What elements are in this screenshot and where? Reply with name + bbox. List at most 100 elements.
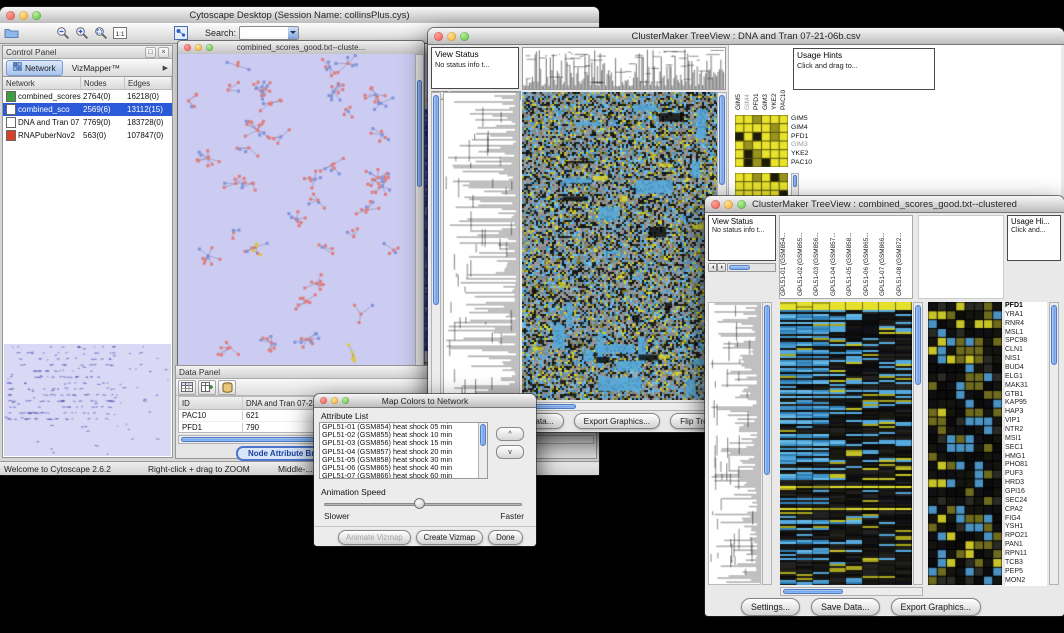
main-titlebar[interactable]: Cytoscape Desktop (Session Name: collins… [0, 7, 599, 24]
scrollbar-thumb[interactable] [793, 175, 797, 187]
tv1-row-label[interactable]: GIM3 [791, 141, 831, 150]
close-button[interactable] [711, 200, 720, 209]
gene-list-scrollbar[interactable] [1049, 302, 1059, 585]
gene-label[interactable]: PEP5 [1005, 568, 1047, 577]
tv1-column-label[interactable]: GIM4 [744, 48, 753, 110]
gene-label[interactable]: NTR2 [1005, 426, 1047, 435]
attribute-list[interactable]: GPL51-01 (GSM854) heat shock 05 minGPL51… [319, 422, 488, 479]
network-canvas[interactable] [178, 54, 415, 371]
gene-label[interactable]: HRD3 [1005, 479, 1047, 488]
zoom-button[interactable] [737, 200, 746, 209]
network-row[interactable]: RNAPuberNov2563(0)107847(0) [3, 129, 172, 142]
scrollbar-thumb[interactable] [433, 95, 439, 305]
tv2-column-label[interactable]: GPL51-03 (GSM856... [813, 216, 830, 297]
tv1-row-label[interactable]: PFD1 [791, 133, 831, 142]
zoom-button[interactable] [206, 44, 213, 51]
attribute-item[interactable]: GPL51-04 (GSM857) heat shock 20 min [320, 448, 478, 456]
gene-label[interactable]: PHO81 [1005, 461, 1047, 470]
table-icon[interactable] [178, 380, 196, 395]
gene-label[interactable]: YSH1 [1005, 523, 1047, 532]
tv2-column-label[interactable]: GPL51-02 (GSM855... [797, 216, 814, 297]
treeview1-titlebar[interactable]: ClusterMaker TreeView : DNA and Tran 07-… [428, 28, 1064, 45]
gene-label[interactable]: RPO21 [1005, 532, 1047, 541]
tv1-column-label[interactable]: GIM3 [762, 48, 771, 110]
close-button[interactable] [184, 44, 191, 51]
gene-label[interactable]: VIP1 [1005, 417, 1047, 426]
gene-label[interactable]: GPI16 [1005, 488, 1047, 497]
minimize-button[interactable] [19, 11, 28, 20]
gene-label[interactable]: TCB3 [1005, 559, 1047, 568]
gene-label[interactable]: HAP3 [1005, 408, 1047, 417]
gene-label[interactable]: SEC1 [1005, 444, 1047, 453]
scroll-right-icon[interactable] [717, 263, 726, 272]
zoom-button[interactable] [32, 11, 41, 20]
gene-label[interactable]: CPA2 [1005, 506, 1047, 515]
zoom-in-icon[interactable] [73, 25, 90, 42]
gene-label[interactable]: PFD1 [1005, 302, 1047, 311]
tab-network[interactable]: Network [6, 60, 63, 76]
tv2-hscrollbar[interactable] [780, 587, 923, 596]
treeview1-button[interactable]: Export Graphics... [574, 413, 660, 429]
tv2-heatmap[interactable] [780, 302, 912, 585]
slider-thumb[interactable] [414, 498, 425, 509]
close-button[interactable] [320, 397, 327, 404]
attribute-item[interactable]: GPL51-03 (GSM856) heat shock 15 min [320, 439, 478, 447]
tv2-column-label[interactable]: GPL51-04 (GSM857... [830, 216, 847, 297]
tv2-column-label[interactable]: GPL51-07 (GSM866... [879, 216, 896, 297]
zoom-actual-icon[interactable]: 1:1 [111, 25, 128, 42]
treeview2-button[interactable]: Save Data... [811, 598, 879, 616]
attribute-list-scrollbar[interactable] [478, 423, 487, 478]
zoom-button[interactable] [342, 397, 349, 404]
tv2-heatmap-scrollbar[interactable] [913, 302, 923, 585]
gene-label[interactable]: MSI1 [1005, 435, 1047, 444]
network-row[interactable]: combined_sco2569(6)13112(15) [3, 103, 172, 116]
network-column-header[interactable]: Network [3, 77, 81, 89]
treeview2-button[interactable]: Settings... [741, 598, 800, 616]
dialog-button[interactable]: Create Vizmap [416, 530, 483, 545]
grid-plus-icon[interactable] [198, 380, 216, 395]
gene-label[interactable]: MSL1 [1005, 329, 1047, 338]
tv2-column-label[interactable]: GPL51-05 (GSM858... [846, 216, 863, 297]
zoom-out-icon[interactable] [54, 25, 71, 42]
gene-label[interactable]: NIS1 [1005, 355, 1047, 364]
zoom-region-icon[interactable] [92, 25, 109, 42]
gene-label[interactable]: PUF3 [1005, 470, 1047, 479]
search-input[interactable] [239, 26, 299, 40]
treeview2-titlebar[interactable]: ClusterMaker TreeView : combined_scores_… [705, 196, 1064, 213]
tv2-dendrogram-scrollbar[interactable] [762, 302, 772, 585]
attribute-item[interactable]: GPL51-05 (GSM858) heat shock 30 min [320, 456, 478, 464]
view-status-scrollbar[interactable] [708, 263, 776, 272]
scroll-left-icon[interactable] [708, 263, 717, 272]
gene-label[interactable]: YRA1 [1005, 311, 1047, 320]
close-panel-icon[interactable]: × [158, 47, 169, 58]
scrollbar-thumb[interactable] [729, 265, 750, 270]
tv1-column-dendrogram[interactable] [522, 47, 726, 90]
scrollbar-thumb[interactable] [480, 424, 486, 446]
tv1-column-label[interactable]: PFD1 [753, 48, 762, 110]
gene-label[interactable]: RNR4 [1005, 320, 1047, 329]
tv1-zoom-heatmap[interactable] [735, 115, 788, 167]
scrollbar-thumb[interactable] [915, 305, 921, 385]
network-row[interactable]: combined_scores2764(0)16218(0) [3, 90, 172, 103]
tv2-column-label[interactable]: GPL51-01 (GSM854... [780, 216, 797, 297]
gene-label[interactable]: BUD4 [1005, 364, 1047, 373]
scrollbar-thumb[interactable] [181, 437, 331, 442]
tv1-left-scrollbar[interactable] [431, 92, 441, 400]
open-folder-icon[interactable] [3, 25, 20, 42]
dialog-titlebar[interactable]: Map Colors to Network [314, 394, 536, 408]
scrollbar-thumb[interactable] [1051, 305, 1057, 365]
tv1-column-label[interactable]: YKE2 [771, 48, 780, 110]
dropdown-arrow-icon[interactable] [288, 27, 298, 39]
tv2-column-label[interactable]: GPL51-08 (GSM872... [896, 216, 913, 297]
bird-eye-icon[interactable] [172, 25, 189, 42]
scrollbar-thumb[interactable] [719, 95, 725, 185]
gene-label[interactable]: MON2 [1005, 577, 1047, 586]
attribute-item[interactable]: GPL51-06 (GSM865) heat shock 40 min [320, 464, 478, 472]
move-down-button[interactable]: v [496, 445, 524, 459]
gene-label[interactable]: MAK31 [1005, 382, 1047, 391]
network-row[interactable]: DNA and Tran 077769(0)183728(0) [3, 116, 172, 129]
tv1-row-dendrogram[interactable] [443, 92, 520, 400]
gene-label[interactable]: SPC98 [1005, 337, 1047, 346]
minimize-button[interactable] [724, 200, 733, 209]
scrollbar-thumb[interactable] [783, 589, 843, 594]
